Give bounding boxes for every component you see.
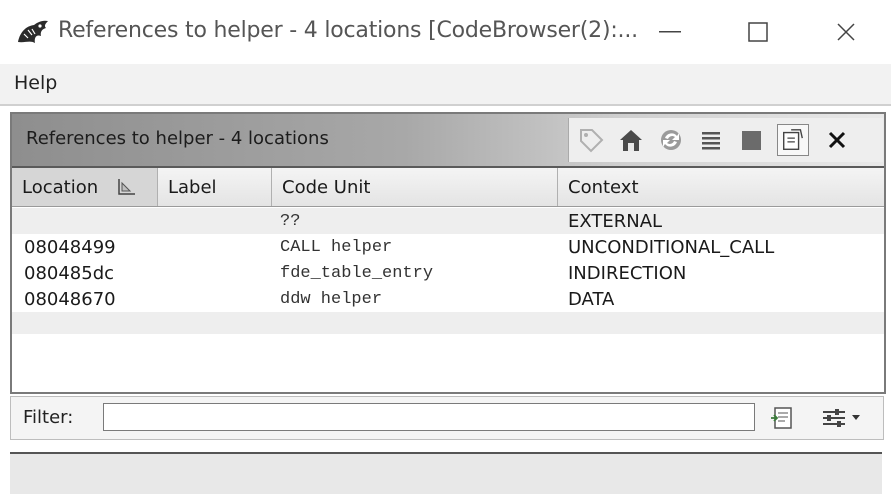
home-icon (620, 130, 642, 151)
column-header-label: Label (168, 176, 217, 198)
refresh-icon (661, 130, 681, 150)
make-selection-button[interactable] (777, 124, 809, 156)
status-bar (10, 452, 882, 494)
close-icon (837, 23, 855, 41)
column-header-location[interactable]: Location (12, 168, 158, 206)
cell-context: INDIRECTION (568, 262, 687, 284)
cell-context: UNCONDITIONAL_CALL (568, 236, 775, 258)
tag-icon (580, 129, 604, 153)
empty-row (12, 312, 884, 334)
chevron-down-icon (852, 415, 860, 420)
column-header-context[interactable]: Context (558, 168, 884, 206)
maximize-button[interactable] (738, 14, 778, 50)
table-header: Location Label Code Unit Context (12, 168, 884, 207)
sort-ascending-icon (118, 179, 136, 195)
panel-toolbar (568, 118, 883, 162)
menubar: Help (0, 64, 891, 106)
references-table: Location Label Code Unit Context ?? EXTE… (12, 168, 884, 392)
selection-icon (783, 129, 803, 150)
menu-help[interactable]: Help (14, 72, 57, 94)
filter-label: Filter: (23, 407, 74, 428)
column-header-code-unit[interactable]: Code Unit (272, 168, 558, 206)
filter-input[interactable] (103, 403, 755, 431)
home-button[interactable] (615, 124, 647, 156)
close-icon (828, 131, 846, 149)
snapshot-button[interactable] (735, 124, 767, 156)
cell-context: EXTERNAL (568, 210, 663, 232)
minimize-button[interactable] (650, 14, 690, 50)
filter-document-icon (771, 407, 792, 429)
filter-options-button[interactable] (767, 403, 799, 433)
minimize-icon (659, 31, 681, 33)
list-view-button[interactable] (695, 124, 727, 156)
column-header-label: Location (22, 176, 99, 198)
dragon-app-icon (18, 20, 48, 43)
column-header-label: Code Unit (282, 176, 371, 198)
close-panel-button[interactable] (821, 124, 853, 156)
column-header-label[interactable]: Label (158, 168, 272, 206)
panel-title: References to helper - 4 locations (26, 128, 329, 149)
table-row[interactable]: 080485dc fde_table_entry INDIRECTION (12, 260, 884, 286)
table-row[interactable]: ?? EXTERNAL (12, 208, 884, 234)
filter-settings-button[interactable] (811, 403, 871, 433)
table-row[interactable]: 08048499 CALL helper UNCONDITIONAL_CALL (12, 234, 884, 260)
cell-location: 08048499 (24, 236, 116, 258)
square-icon (742, 131, 761, 150)
tag-button[interactable] (575, 124, 607, 156)
maximize-icon (748, 22, 768, 42)
cell-location: 08048670 (24, 288, 116, 310)
cell-code-unit: ddw helper (280, 289, 383, 309)
close-window-button[interactable] (826, 14, 866, 50)
references-panel: References to helper - 4 locations Locat… (10, 112, 886, 394)
cell-code-unit: CALL helper (280, 237, 393, 257)
filter-bar: Filter: (10, 396, 884, 440)
table-row[interactable]: 08048670 ddw helper DATA (12, 286, 884, 312)
panel-header: References to helper - 4 locations (12, 114, 884, 168)
list-icon (702, 132, 720, 150)
cell-location: 080485dc (24, 262, 115, 284)
cell-context: DATA (568, 288, 615, 310)
column-header-label: Context (568, 176, 639, 198)
window-title: References to helper - 4 locations [Code… (58, 18, 638, 43)
cell-code-unit: fde_table_entry (280, 263, 434, 283)
refresh-button[interactable] (655, 124, 687, 156)
sliders-icon (823, 409, 845, 427)
cell-code-unit: ?? (280, 211, 301, 231)
window-titlebar: References to helper - 4 locations [Code… (0, 0, 891, 64)
